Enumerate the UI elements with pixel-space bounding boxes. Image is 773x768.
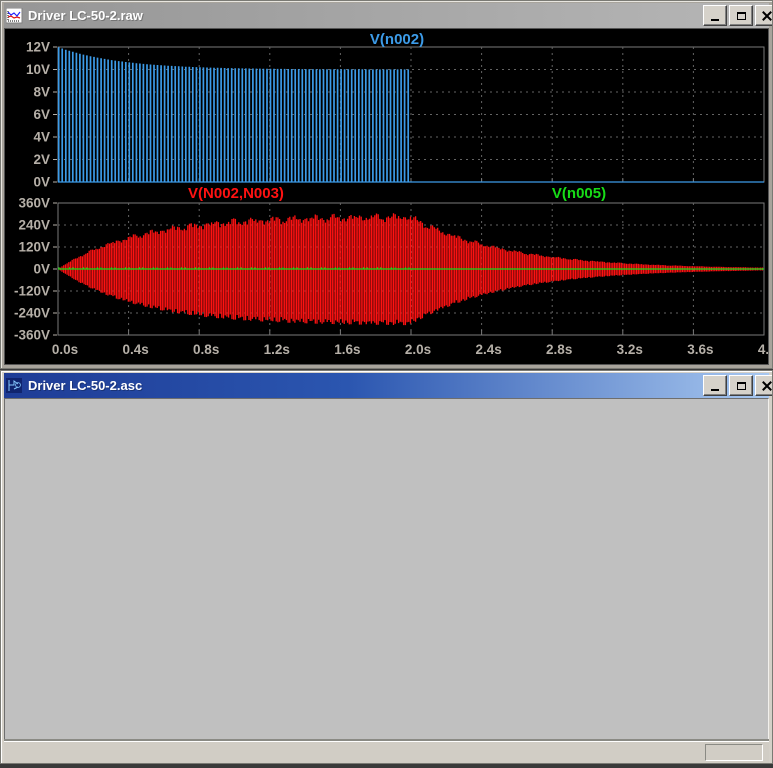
svg-text:6V: 6V [33, 107, 50, 122]
trace-label-vn002n003: V(N002,N003) [188, 185, 284, 202]
svg-text:2.0s: 2.0s [405, 342, 431, 357]
svg-text:0V: 0V [33, 262, 50, 277]
trace-label-vn005: V(n005) [552, 185, 606, 202]
svg-text:-240V: -240V [14, 306, 50, 321]
minimize-icon [711, 389, 719, 391]
minimize-icon [711, 19, 719, 21]
close-icon [762, 381, 772, 391]
svg-text:240V: 240V [18, 218, 50, 233]
svg-text:360V: 360V [18, 196, 50, 211]
svg-text:3.2s: 3.2s [617, 342, 643, 357]
waveform-plot-area[interactable]: 12V 10V 8V 6V 4V 2V 0V 360V 240V 120V 0V -120V -240V… [4, 28, 769, 365]
svg-text:4.0s: 4.0s [758, 342, 769, 357]
asc-minimize-button[interactable] [703, 375, 727, 396]
raw-close-button[interactable] [755, 5, 773, 26]
svg-text:0.0s: 0.0s [52, 342, 78, 357]
asc-window-title: Driver LC-50-2.asc [28, 378, 142, 393]
schematic-file-icon [6, 378, 23, 394]
schematic-svg[interactable] [8, 401, 765, 729]
svg-text:1.2s: 1.2s [264, 342, 290, 357]
raw-maximize-button[interactable] [729, 5, 753, 26]
asc-titlebar[interactable]: Driver LC-50-2.asc [4, 373, 769, 398]
svg-text:3.6s: 3.6s [687, 342, 713, 357]
svg-text:2.8s: 2.8s [546, 342, 572, 357]
svg-text:0V: 0V [33, 175, 50, 190]
schematic-statusbar [4, 741, 769, 763]
raw-minimize-button[interactable] [703, 5, 727, 26]
svg-text:-120V: -120V [14, 284, 50, 299]
svg-text:10V: 10V [26, 62, 50, 77]
svg-text:2.4s: 2.4s [475, 342, 501, 357]
close-icon [762, 11, 772, 21]
waveform-file-icon [6, 8, 23, 24]
schematic-window: Driver LC-50-2.asc [0, 370, 773, 764]
trace-label-vn002: V(n002) [370, 31, 424, 48]
raw-window-title: Driver LC-50-2.raw [28, 8, 143, 23]
raw-titlebar[interactable]: Driver LC-50-2.raw [4, 3, 769, 28]
svg-text:2V: 2V [33, 152, 50, 167]
svg-text:0.4s: 0.4s [122, 342, 148, 357]
statusbar-panel [705, 744, 763, 761]
schematic-canvas[interactable] [4, 398, 769, 741]
maximize-icon [737, 12, 746, 20]
asc-close-button[interactable] [755, 375, 773, 396]
svg-text:0.8s: 0.8s [193, 342, 219, 357]
svg-text:8V: 8V [33, 85, 50, 100]
svg-text:4V: 4V [33, 130, 50, 145]
maximize-icon [737, 382, 746, 390]
svg-text:12V: 12V [26, 40, 50, 55]
ltspice-workspace: Driver LC-50-2.raw 12V 10V 8V 6V 4V 2V 0V 360V 2… [0, 0, 773, 768]
asc-maximize-button[interactable] [729, 375, 753, 396]
svg-text:120V: 120V [18, 240, 50, 255]
waveform-window: Driver LC-50-2.raw 12V 10V 8V 6V 4V 2V 0V 360V 2… [0, 0, 773, 369]
svg-text:-360V: -360V [14, 328, 50, 343]
waveform-plot-svg[interactable]: 12V 10V 8V 6V 4V 2V 0V 360V 240V 120V 0V -120V -240V… [5, 29, 769, 364]
svg-text:1.6s: 1.6s [334, 342, 360, 357]
